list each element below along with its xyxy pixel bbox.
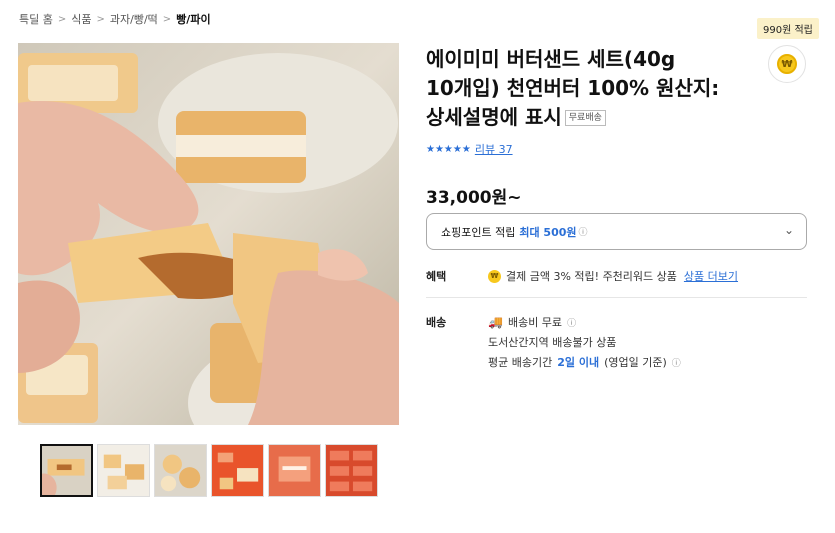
won-coin-icon: ₩ xyxy=(777,54,797,74)
thumbnail-2[interactable] xyxy=(97,444,150,497)
thumbnail-1[interactable] xyxy=(40,444,93,497)
thumbnail-4[interactable] xyxy=(211,444,264,497)
breadcrumb-item-current[interactable]: 빵/파이 xyxy=(176,11,210,27)
free-shipping-tag: 무료배송 xyxy=(564,110,606,126)
thumbnail-3[interactable] xyxy=(154,444,207,497)
shipping-island-text: 도서산간지역 배송불가 상품 xyxy=(488,336,617,349)
shipping-island-row: 도서산간지역 배송불가 상품 xyxy=(488,334,616,350)
breadcrumb: 특딜 홈 > 식품 > 과자/빵/떡 > 빵/파이 xyxy=(19,11,211,27)
main-product-image[interactable] xyxy=(18,43,399,425)
shipping-eta-suffix: (영업일 기준) xyxy=(604,356,667,369)
info-icon[interactable]: ⓘ xyxy=(567,316,576,329)
thumbnail-6[interactable] xyxy=(325,444,378,497)
rating-stars-icon: ★★★★★ xyxy=(426,143,471,155)
rating-row: ★★★★★ 리뷰 37 xyxy=(426,141,513,157)
shipping-eta-value: 2일 이내 xyxy=(557,356,600,369)
shipping-label: 배송 xyxy=(426,316,447,329)
thumbnail-5[interactable] xyxy=(268,444,321,497)
more-products-link[interactable]: 상품 더보기 xyxy=(684,268,738,284)
breadcrumb-item-food[interactable]: 식품 xyxy=(71,11,91,27)
shipping-eta-row: 평균 배송기간 2일 이내 (영업일 기준) ⓘ xyxy=(488,354,681,370)
review-count-link[interactable]: 리뷰 37 xyxy=(475,141,513,157)
info-icon[interactable]: ⓘ xyxy=(579,225,588,238)
breadcrumb-item-snacks[interactable]: 과자/빵/떡 xyxy=(110,11,158,27)
benefit-row: ₩ 결제 금액 3% 적립! 주천리워드 상품 상품 더보기 xyxy=(488,268,738,284)
shipping-fee-row: 🚚 배송비 무료 ⓘ xyxy=(488,314,576,330)
info-icon[interactable]: ⓘ xyxy=(672,356,681,369)
points-badge: 990원 적립 xyxy=(757,18,819,39)
product-title: 에이미미 버터샌드 세트(40g 10개입) 천연버터 100% 원산지: 상세… xyxy=(426,45,746,132)
benefit-text: 결제 금액 3% 적립! 주천리워드 상품 xyxy=(506,270,677,283)
points-coin-button[interactable]: ₩ xyxy=(768,45,806,83)
divider xyxy=(426,297,807,298)
benefit-label: 혜택 xyxy=(426,270,447,283)
point-select-max: 최대 500원 xyxy=(519,225,577,239)
point-select-label: 쇼핑포인트 적립 xyxy=(441,225,516,239)
shipping-eta-prefix: 평균 배송기간 xyxy=(488,356,553,369)
chevron-down-icon: ⌄ xyxy=(783,223,794,237)
breadcrumb-separator: > xyxy=(162,13,172,25)
won-coin-icon: ₩ xyxy=(488,269,501,283)
product-price: 33,000원~ xyxy=(426,188,522,208)
shipping-fee-text: 배송비 무료 xyxy=(507,316,563,329)
shopping-point-dropdown[interactable]: 쇼핑포인트 적립 최대 500원 ⓘ ⌄ xyxy=(426,213,807,250)
truck-icon: 🚚 xyxy=(488,315,503,329)
breadcrumb-item-home[interactable]: 특딜 홈 xyxy=(19,11,53,27)
thumbnail-strip xyxy=(40,444,378,497)
breadcrumb-separator: > xyxy=(96,13,105,25)
breadcrumb-separator: > xyxy=(57,13,67,25)
